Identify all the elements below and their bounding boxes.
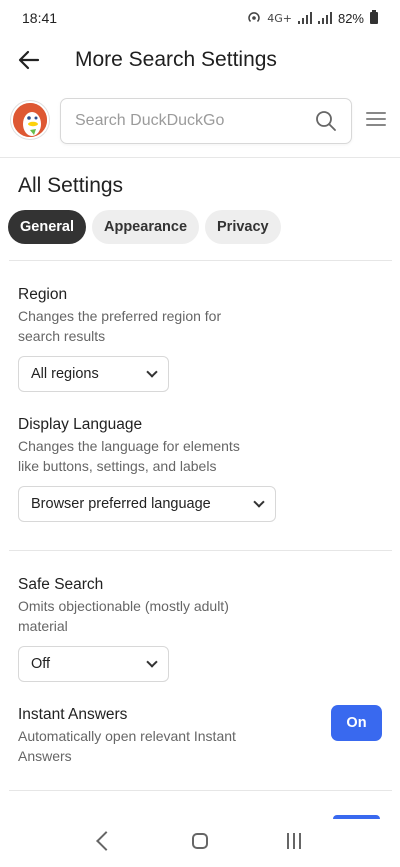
nav-back-icon[interactable]: [96, 831, 117, 851]
divider: [9, 550, 392, 551]
nav-recents-icon[interactable]: [286, 833, 301, 849]
region-description: Changes the preferred region for search …: [18, 308, 222, 344]
battery-icon: [370, 10, 378, 24]
tab-appearance[interactable]: Appearance: [92, 210, 200, 244]
language-value: Browser preferred language: [31, 496, 211, 512]
language-title: Display Language: [18, 416, 143, 433]
battery-percent: 82%: [337, 10, 364, 26]
settings-tabs: General Appearance Privacy: [8, 210, 281, 244]
ddg-header: [0, 88, 400, 158]
tab-general[interactable]: General: [8, 210, 86, 244]
safe-search-description: Omits objectionable (mostly adult) mater…: [18, 598, 229, 634]
signal-icon: [297, 12, 312, 24]
language-description: Changes the language for elements like b…: [18, 438, 240, 474]
tab-privacy[interactable]: Privacy: [205, 210, 281, 244]
chevron-down-icon: [146, 366, 158, 378]
divider: [9, 790, 392, 791]
signal-icon-2: [317, 12, 332, 24]
hamburger-menu-icon[interactable]: [366, 112, 386, 130]
back-button[interactable]: [0, 36, 58, 84]
divider: [9, 260, 392, 261]
region-select[interactable]: All regions: [18, 356, 169, 392]
hotspot-icon: [248, 12, 260, 23]
safe-search-select[interactable]: Off: [18, 646, 169, 682]
duck-icon: [13, 103, 47, 137]
settings-heading: All Settings: [18, 174, 124, 197]
region-value: All regions: [31, 366, 99, 382]
duckduckgo-logo[interactable]: [11, 101, 49, 139]
page-title: More Search Settings: [75, 48, 277, 71]
network-type: 4G+: [267, 11, 292, 25]
chevron-down-icon: [253, 496, 265, 508]
status-icons: 4G+ 82%: [247, 10, 378, 26]
search-input[interactable]: [75, 112, 315, 130]
app-bar: More Search Settings: [0, 36, 400, 84]
chevron-down-icon: [146, 656, 158, 668]
search-icon[interactable]: [315, 110, 337, 132]
region-title: Region: [18, 286, 68, 303]
arrow-left-icon: [18, 50, 40, 70]
safe-search-value: Off: [31, 656, 51, 672]
instant-answers-toggle[interactable]: On: [331, 705, 382, 741]
status-bar: 18:41 4G+ 82%: [0, 0, 400, 36]
system-nav-bar: [0, 815, 400, 867]
language-select[interactable]: Browser preferred language: [18, 486, 276, 522]
safe-search-title: Safe Search: [18, 576, 104, 593]
instant-answers-title: Instant Answers: [18, 706, 128, 723]
status-time: 18:41: [22, 10, 58, 26]
search-box[interactable]: [60, 98, 352, 144]
nav-home-icon[interactable]: [191, 833, 208, 849]
instant-answers-description: Automatically open relevant Instant Answ…: [18, 728, 236, 764]
